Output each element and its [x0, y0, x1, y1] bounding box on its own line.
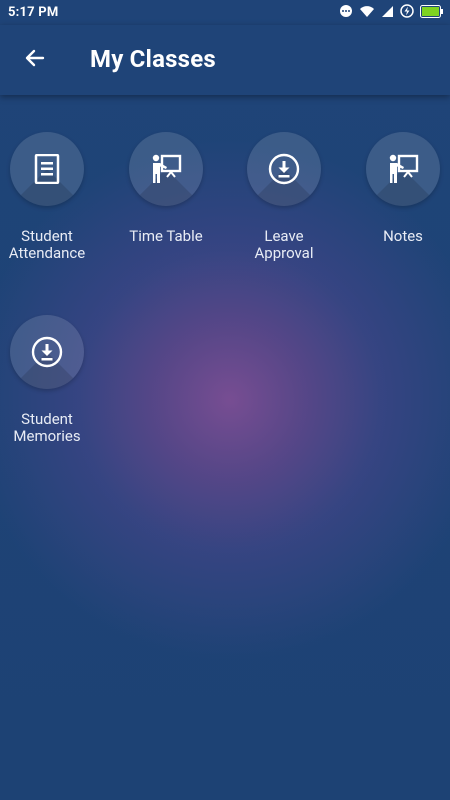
presentation-board-icon	[148, 151, 184, 187]
tile-label: Student Attendance	[8, 227, 86, 262]
status-bar: 5:17 PM	[0, 0, 450, 25]
battery-icon	[420, 4, 444, 18]
back-button[interactable]	[18, 45, 52, 75]
app-bar: My Classes	[0, 25, 450, 95]
student-attendance-tile[interactable]: Student Attendance	[0, 132, 95, 262]
notification-dots-icon	[339, 4, 353, 18]
tile-label: Leave Approval	[254, 227, 314, 262]
notes-tile[interactable]: Notes	[355, 132, 450, 245]
page-title: My Classes	[90, 45, 216, 73]
charging-icon	[400, 4, 414, 18]
document-icon	[29, 151, 65, 187]
tile-label: Notes	[383, 227, 423, 245]
notes-circle	[366, 132, 440, 206]
presentation-board-icon	[385, 151, 421, 187]
leave-approval-circle	[247, 132, 321, 206]
download-circle-icon	[266, 151, 302, 187]
signal-icon	[381, 5, 394, 18]
tile-label: Time Table	[129, 227, 203, 245]
download-circle-icon	[29, 334, 65, 370]
time-table-circle	[129, 132, 203, 206]
leave-approval-tile[interactable]: Leave Approval	[236, 132, 332, 262]
arrow-left-icon	[23, 46, 47, 74]
student-memories-tile[interactable]: Student Memories	[0, 315, 95, 445]
time-table-tile[interactable]: Time Table	[118, 132, 214, 245]
status-icons	[339, 4, 444, 18]
student-memories-circle	[10, 315, 84, 389]
status-time: 5:17 PM	[8, 5, 59, 20]
wifi-icon	[359, 4, 375, 18]
tile-label: Student Memories	[13, 410, 81, 445]
student-attendance-circle	[10, 132, 84, 206]
